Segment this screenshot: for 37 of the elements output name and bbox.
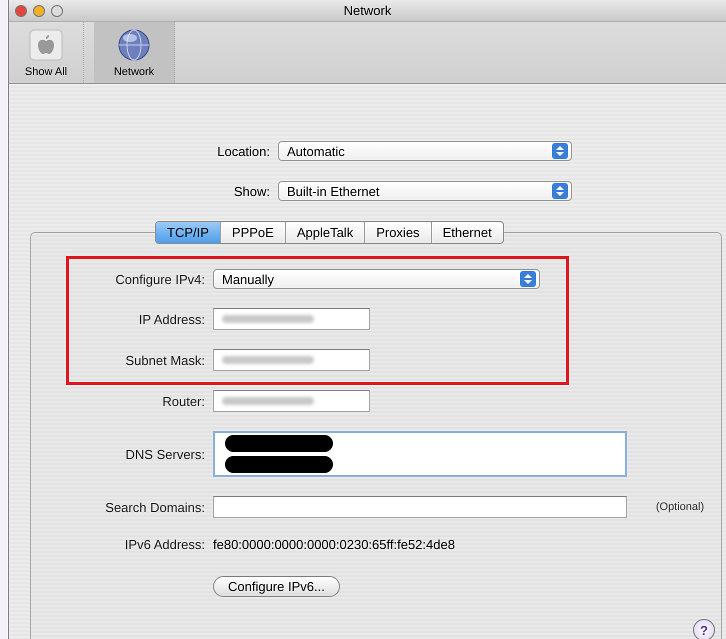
close-button[interactable]: [15, 4, 27, 16]
tab[interactable]: PPPoE: [220, 222, 286, 243]
dropdown[interactable]: Built-in Ethernet: [278, 181, 572, 201]
input-field[interactable]: [213, 496, 627, 518]
input-field[interactable]: [213, 390, 370, 412]
stepper-icon: [552, 183, 568, 199]
field-label: Configure IPv4:: [114, 272, 205, 286]
field-label: Search Domains:: [104, 500, 205, 514]
toolbar-item[interactable]: Network: [94, 22, 175, 83]
dropdown[interactable]: Automatic: [278, 141, 572, 161]
input-field[interactable]: [213, 349, 370, 371]
optional-note: (Optional): [656, 501, 706, 513]
tab[interactable]: Proxies: [365, 222, 432, 243]
help-button[interactable]: ?: [693, 619, 715, 639]
tab[interactable]: AppleTalk: [286, 222, 366, 243]
stepper-icon: [520, 271, 536, 287]
field-label: DNS Servers:: [124, 446, 205, 462]
field-label: IP Address:: [138, 312, 205, 326]
field-value: fe80:0000:0000:0000:0230:65ff:fe52:4de8: [213, 537, 456, 552]
configure-ipv6-button[interactable]: Configure IPv6...: [213, 576, 340, 597]
minimize-button[interactable]: [33, 4, 45, 16]
globe-icon: [118, 30, 150, 60]
stepper-icon: [552, 143, 568, 159]
dropdown[interactable]: Manually: [213, 269, 540, 289]
input-field[interactable]: [213, 308, 370, 330]
input-field[interactable]: [213, 431, 627, 477]
window-title: Network: [344, 3, 392, 18]
field-label: IPv6 Address:: [124, 537, 205, 552]
location-label: Location:: [216, 144, 270, 158]
tab[interactable]: TCP/IP: [156, 222, 221, 243]
field-label: Subnet Mask:: [124, 352, 205, 368]
apple-icon: [30, 30, 62, 60]
field-label: Router:: [161, 394, 205, 408]
zoom-button[interactable]: [51, 4, 63, 16]
show-label: Show:: [232, 184, 270, 198]
toolbar-item[interactable]: Show All: [9, 22, 84, 83]
tab[interactable]: Ethernet: [432, 222, 503, 243]
